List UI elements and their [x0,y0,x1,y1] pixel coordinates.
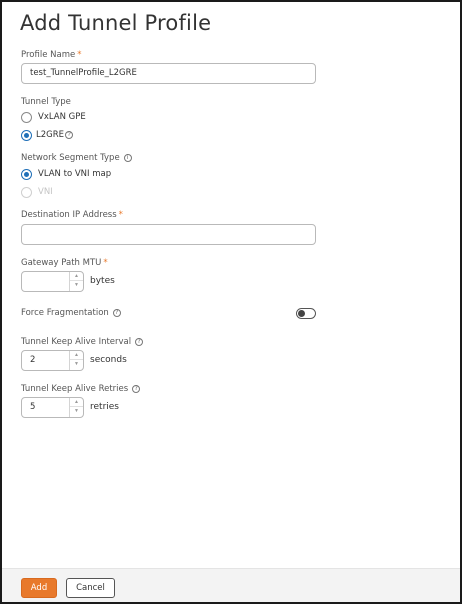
tunnel-type-label: Tunnel Type [21,97,71,107]
info-circle-icon[interactable]: i [123,154,132,162]
mtu-unit-label: bytes [90,276,115,286]
stepper-arrows: ▲ ▼ [69,351,83,370]
destination-ip-input[interactable] [21,224,316,245]
dialog-frame [0,0,462,604]
radio-button[interactable] [21,168,32,180]
radio-label: L2GRE [36,130,65,140]
radio-button-disabled [21,186,32,198]
dialog-title: Add Tunnel Profile [20,11,212,35]
question-circle-icon[interactable]: ? [112,309,121,317]
required-mark: * [77,50,82,60]
add-button[interactable]: Add [21,578,57,598]
keep-alive-retries-label-text: Tunnel Keep Alive Retries [21,384,129,394]
keep-alive-retries-label: Tunnel Keep Alive Retries? [21,384,141,394]
stepper-value: 5 [30,402,36,412]
profile-name-label: Profile Name * [21,50,81,60]
required-mark: * [103,258,108,268]
destination-ip-label-text: Destination IP Address [21,210,117,220]
increment-arrow-icon[interactable]: ▲ [70,351,83,360]
profile-name-label-text: Profile Name [21,50,76,60]
gateway-path-mtu-label: Gateway Path MTU * [21,258,108,268]
tunnel-type-option-l2gre[interactable]: L2GRE ? [21,129,74,141]
radio-button[interactable] [21,111,32,123]
toggle-knob [298,310,305,317]
stepper-value: 2 [30,355,36,365]
decrement-arrow-icon[interactable]: ▼ [70,360,83,369]
radio-label: VNI [38,187,53,197]
keep-alive-retries-stepper[interactable]: 5 ▲ ▼ [21,397,84,418]
force-fragmentation-label-text: Force Fragmentation [21,308,109,318]
radio-button[interactable] [21,129,32,141]
gateway-path-mtu-stepper[interactable]: ▲ ▼ [21,271,84,292]
decrement-arrow-icon[interactable]: ▼ [70,407,83,416]
radio-label: VLAN to VNI map [38,169,112,179]
required-mark: * [118,210,123,220]
question-circle-icon[interactable]: ? [65,131,74,139]
question-circle-icon[interactable]: ? [135,338,144,346]
keep-alive-interval-stepper[interactable]: 2 ▲ ▼ [21,350,84,371]
network-segment-type-label: Network Segment Type i [21,153,132,163]
retries-unit-label: retries [90,402,119,412]
force-fragmentation-toggle[interactable] [296,308,316,319]
destination-ip-label: Destination IP Address * [21,210,123,220]
radio-label: VxLAN GPE [38,112,86,122]
tunnel-type-option-vxlan[interactable]: VxLAN GPE [21,111,86,123]
stepper-arrows: ▲ ▼ [69,398,83,417]
keep-alive-interval-label-text: Tunnel Keep Alive Interval [21,337,132,347]
decrement-arrow-icon[interactable]: ▼ [70,281,83,290]
stepper-arrows: ▲ ▼ [69,272,83,291]
increment-arrow-icon[interactable]: ▲ [70,398,83,407]
segment-option-vni: VNI [21,186,53,198]
force-fragmentation-label: Force Fragmentation? [21,308,121,318]
keep-alive-interval-label: Tunnel Keep Alive Interval? [21,337,144,347]
question-circle-icon[interactable]: ? [132,385,141,393]
cancel-button[interactable]: Cancel [66,578,115,598]
profile-name-input[interactable]: test_TunnelProfile_L2GRE [21,63,316,84]
gateway-path-mtu-label-text: Gateway Path MTU [21,258,102,268]
increment-arrow-icon[interactable]: ▲ [70,272,83,281]
interval-unit-label: seconds [90,355,127,365]
segment-option-vlan-to-vni[interactable]: VLAN to VNI map [21,168,111,180]
network-segment-type-label-text: Network Segment Type [21,153,120,163]
